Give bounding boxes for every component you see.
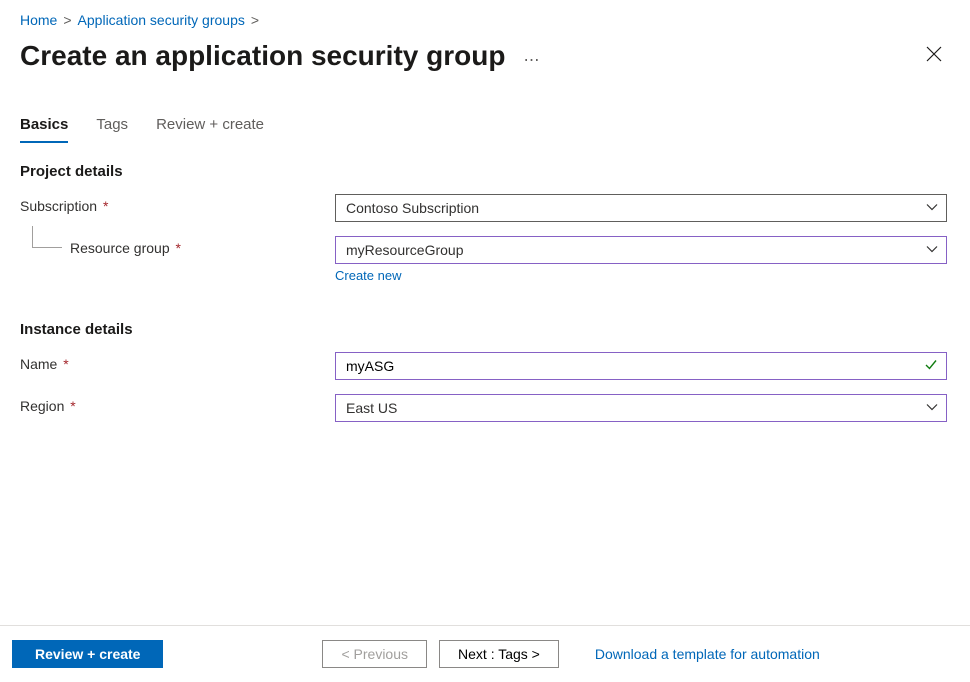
chevron-right-icon: > [251,12,259,28]
subscription-value: Contoso Subscription [346,200,479,216]
region-select[interactable]: East US [335,394,947,422]
label-subscription: Subscription [20,198,97,214]
more-actions-icon[interactable]: ⋯ [523,50,541,70]
resource-group-value: myResourceGroup [346,242,464,258]
chevron-down-icon [926,400,938,416]
create-new-link[interactable]: Create new [335,268,401,283]
tab-bar: Basics Tags Review + create [20,116,950,143]
subscription-select[interactable]: Contoso Subscription [335,194,947,222]
tab-basics[interactable]: Basics [20,116,68,143]
section-instance-details: Instance details [20,321,950,338]
resource-group-select[interactable]: myResourceGroup [335,236,947,264]
tree-indent-line [32,226,62,248]
breadcrumb-asg[interactable]: Application security groups [78,12,245,28]
required-mark: * [176,240,181,256]
label-resource-group: Resource group [70,240,170,256]
tab-tags[interactable]: Tags [96,116,128,143]
checkmark-icon [924,358,938,375]
required-mark: * [63,356,68,372]
review-create-button[interactable]: Review + create [12,640,163,668]
region-value: East US [346,400,397,416]
close-icon[interactable] [918,41,950,72]
page-title: Create an application security group [20,40,505,72]
previous-button[interactable]: < Previous [322,640,427,668]
name-input[interactable] [346,358,916,374]
chevron-down-icon [926,242,938,258]
footer-bar: Review + create < Previous Next : Tags >… [0,625,970,682]
breadcrumb: Home > Application security groups > [20,12,950,28]
next-button[interactable]: Next : Tags > [439,640,559,668]
name-input-wrapper [335,352,947,380]
chevron-right-icon: > [63,12,71,28]
required-mark: * [103,198,108,214]
tab-review-create[interactable]: Review + create [156,116,264,143]
label-region: Region [20,398,64,414]
download-template-link[interactable]: Download a template for automation [595,646,820,662]
required-mark: * [70,398,75,414]
chevron-down-icon [926,200,938,216]
breadcrumb-home[interactable]: Home [20,12,57,28]
label-name: Name [20,356,57,372]
section-project-details: Project details [20,163,950,180]
